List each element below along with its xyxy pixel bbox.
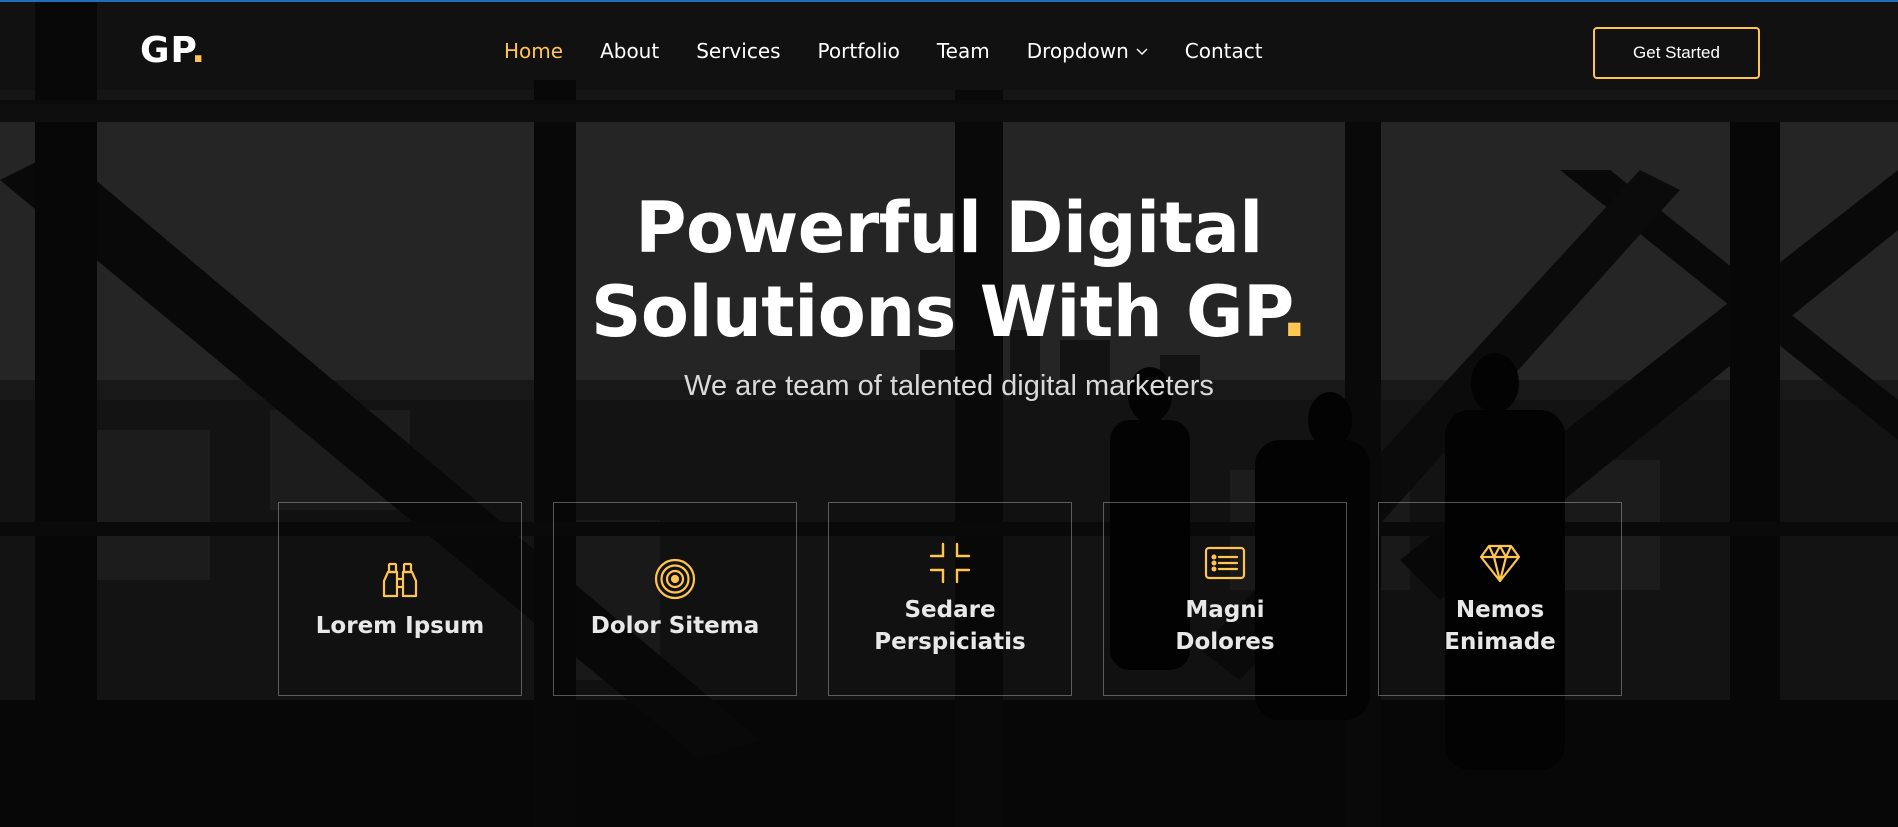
feature-box-nemos-enimade[interactable]: Nemos Enimade: [1378, 502, 1622, 696]
feature-box-dolor-sitema[interactable]: Dolor Sitema: [553, 502, 797, 696]
nav-dropdown[interactable]: Dropdown: [1027, 39, 1148, 63]
card-list-icon: [1202, 540, 1248, 586]
nav-contact[interactable]: Contact: [1185, 39, 1263, 63]
hero-background: [0, 0, 1898, 827]
nav-team[interactable]: Team: [937, 39, 990, 63]
nav-services[interactable]: Services: [696, 39, 780, 63]
feature-boxes: Lorem Ipsum Dolor Sitema Sedare Perspici…: [278, 502, 1622, 696]
hero-subtitle: We are team of talented digital marketer…: [684, 370, 1214, 402]
feature-box-magni-dolores[interactable]: Magni Dolores: [1103, 502, 1347, 696]
fullscreen-exit-icon: [927, 540, 973, 586]
feature-title: Lorem Ipsum: [315, 613, 485, 639]
hero-title-line1: Powerful Digital: [635, 187, 1263, 269]
logo[interactable]: GP.: [140, 30, 206, 71]
get-started-button[interactable]: Get Started: [1593, 27, 1760, 79]
gem-icon: [1477, 540, 1523, 586]
main-nav: Home About Services Portfolio Team Dropd…: [504, 39, 1300, 63]
nav-about[interactable]: About: [600, 39, 659, 63]
feature-title: Sedare Perspiciatis: [874, 597, 1026, 655]
binoculars-icon: [377, 556, 423, 602]
site-header: GP. Home About Services Portfolio Team D…: [0, 2, 1898, 104]
target-icon: [652, 556, 698, 602]
nav-home[interactable]: Home: [504, 39, 563, 63]
feature-title: Magni Dolores: [1175, 597, 1275, 655]
feature-box-lorem-ipsum[interactable]: Lorem Ipsum: [278, 502, 522, 696]
nav-portfolio[interactable]: Portfolio: [818, 39, 900, 63]
chevron-down-icon: [1136, 48, 1148, 56]
hero-title-line2: Solutions With GP.: [590, 271, 1308, 353]
feature-box-sedare-perspiciatis[interactable]: Sedare Perspiciatis: [828, 502, 1072, 696]
feature-title: Nemos Enimade: [1444, 597, 1556, 655]
feature-title: Dolor Sitema: [590, 613, 760, 639]
